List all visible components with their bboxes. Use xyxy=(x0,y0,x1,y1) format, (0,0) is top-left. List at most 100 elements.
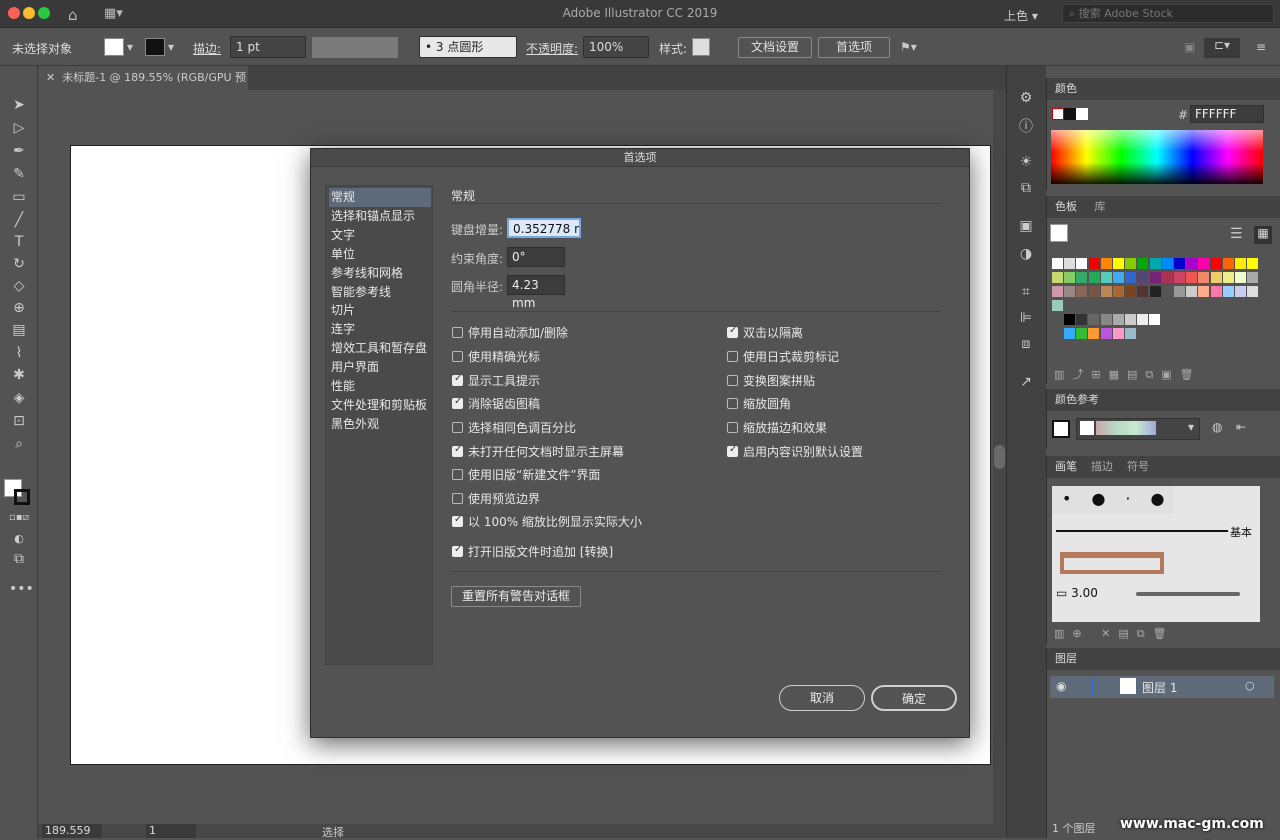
color-swatch[interactable] xyxy=(1198,286,1210,297)
stroke-label[interactable]: 描边: xyxy=(193,40,221,57)
chevron-down-icon[interactable]: ▾ xyxy=(1188,420,1194,434)
color-swatch[interactable] xyxy=(1064,272,1076,283)
gray-swatch[interactable] xyxy=(1088,314,1100,325)
artboard-tool-icon[interactable]: ⊡ xyxy=(9,412,29,430)
curvature-tool-icon[interactable]: ✎ xyxy=(9,165,29,183)
sidebar-item[interactable]: 黑色外观 xyxy=(329,415,431,434)
checkbox-label[interactable]: 缩放圆角 xyxy=(743,395,791,412)
color-swatch[interactable] xyxy=(1222,286,1234,297)
color-swatch[interactable] xyxy=(1174,258,1185,269)
group-swatch[interactable] xyxy=(1125,328,1136,339)
color-swatch[interactable] xyxy=(1149,258,1161,269)
color-swatch[interactable] xyxy=(1186,258,1198,269)
layer-name[interactable]: 图层 1 xyxy=(1142,679,1177,696)
swatch-fill-box[interactable] xyxy=(1050,224,1068,242)
sidebar-item[interactable]: 智能参考线 xyxy=(329,283,431,302)
color-swatch[interactable] xyxy=(1235,258,1246,269)
color-swatch[interactable] xyxy=(1222,258,1234,269)
group-swatch[interactable] xyxy=(1112,328,1124,339)
sidebar-item[interactable]: 切片 xyxy=(329,301,431,320)
none-swatch[interactable] xyxy=(1052,108,1064,120)
fill-dropdown-icon[interactable]: ▾ xyxy=(127,40,133,54)
reset-warnings-button[interactable]: 重置所有警告对话框 xyxy=(451,586,581,607)
base-color-swatch[interactable] xyxy=(1052,420,1070,438)
brushes-tab[interactable]: 画笔 xyxy=(1055,460,1077,473)
checkbox[interactable] xyxy=(727,325,738,338)
group-swatch[interactable] xyxy=(1088,328,1100,339)
checkbox-label[interactable]: 变换图案拼贴 xyxy=(743,372,815,389)
libraries-tab[interactable]: 库 xyxy=(1094,200,1105,213)
save-group-icon[interactable]: ⇤ xyxy=(1236,420,1246,434)
pattern-brush[interactable] xyxy=(1060,552,1164,574)
sidebar-item[interactable]: 参考线和网格 xyxy=(329,264,431,283)
color-swatch[interactable] xyxy=(1088,258,1100,269)
group-swatch[interactable] xyxy=(1076,328,1088,339)
gray-swatch[interactable] xyxy=(1100,314,1112,325)
color-swatch[interactable] xyxy=(1076,258,1088,269)
align-icon[interactable]: ⊏▾ xyxy=(1204,38,1240,58)
brush-dots[interactable]: •●·● xyxy=(1052,486,1174,514)
checkbox[interactable] xyxy=(727,422,738,433)
corner-radius-input[interactable]: 4.23 mm xyxy=(507,275,565,310)
checkbox-label[interactable]: 双击以隔离 xyxy=(743,324,803,341)
checkbox[interactable] xyxy=(727,351,738,362)
zoom-tool-icon[interactable]: ⌕ xyxy=(9,435,29,453)
color-swatch[interactable] xyxy=(1247,286,1259,297)
checkbox[interactable] xyxy=(452,351,463,362)
pathfinder-icon[interactable]: ⧈ xyxy=(1016,336,1036,354)
links-icon[interactable]: ↗ xyxy=(1016,374,1036,392)
visibility-eye-icon[interactable]: ◉ xyxy=(1056,679,1066,693)
checkbox-label[interactable]: 以 100% 缩放比例显示实际大小 xyxy=(468,513,642,530)
color-swatch[interactable] xyxy=(1064,258,1076,269)
stroke-color-box[interactable] xyxy=(14,489,30,505)
checkbox-label[interactable]: 选择相同色调百分比 xyxy=(468,419,576,436)
eyedropper-tool-icon[interactable]: ⌇ xyxy=(9,344,29,362)
gray-swatch[interactable] xyxy=(1064,314,1075,325)
graphic-style-swatch[interactable] xyxy=(692,38,710,56)
stroke-dropdown-icon[interactable]: ▾ xyxy=(168,40,174,54)
swatches-tab[interactable]: 色板 xyxy=(1055,200,1077,213)
gray-swatch[interactable] xyxy=(1112,314,1124,325)
sidebar-item[interactable]: 性能 xyxy=(329,377,431,396)
checkbox-label[interactable]: 使用精确光标 xyxy=(468,348,540,365)
properties-icon[interactable]: ⚙ xyxy=(1016,90,1036,108)
stock-search-input[interactable]: ⌕ 搜索 Adobe Stock xyxy=(1062,4,1274,23)
color-swatch[interactable] xyxy=(1137,258,1149,269)
white-swatch[interactable] xyxy=(1076,108,1088,120)
recolor-icon[interactable]: ⚑▾ xyxy=(900,40,917,54)
color-swatch[interactable] xyxy=(1247,272,1259,283)
checkbox-label[interactable]: 启用内容识别默认设置 xyxy=(743,443,863,460)
checkbox[interactable] xyxy=(727,398,738,409)
screen-mode-icon[interactable]: ⧉ xyxy=(9,550,29,568)
panel-menu-icon[interactable]: ≡ xyxy=(1256,40,1266,54)
constrain-angle-input[interactable]: 0° xyxy=(507,247,565,267)
checkbox[interactable] xyxy=(452,373,463,386)
checkbox[interactable] xyxy=(452,514,463,527)
color-swatch[interactable] xyxy=(1161,258,1173,269)
black-swatch[interactable] xyxy=(1064,108,1076,120)
color-swatch[interactable] xyxy=(1198,272,1210,283)
color-swatch[interactable] xyxy=(1125,286,1137,297)
rotate-tool-icon[interactable]: ↻ xyxy=(9,255,29,273)
appearance-icon[interactable]: ◑ xyxy=(1016,246,1036,264)
color-swatch[interactable] xyxy=(1210,258,1222,269)
color-swatch[interactable] xyxy=(1125,272,1137,283)
color-swatch[interactable] xyxy=(1174,286,1185,297)
color-swatch[interactable] xyxy=(1186,286,1198,297)
group-swatch[interactable] xyxy=(1100,328,1112,339)
color-swatch[interactable] xyxy=(1210,272,1222,283)
checkbox[interactable] xyxy=(452,396,463,409)
color-mode-icon[interactable]: ▫▪⧄ xyxy=(9,509,29,527)
checkbox[interactable] xyxy=(727,444,738,457)
checkbox[interactable] xyxy=(452,327,463,338)
layer-target-icon[interactable]: ○ xyxy=(1245,679,1255,692)
stroke-tab[interactable]: 描边 xyxy=(1091,460,1113,473)
workspace-switcher[interactable]: 上色 ▾ xyxy=(1004,7,1038,24)
color-swatch[interactable] xyxy=(1100,286,1112,297)
stroke-swatch[interactable] xyxy=(145,38,165,56)
gradient-tool-icon[interactable]: ▤ xyxy=(9,321,29,339)
swatch-grid[interactable] xyxy=(1052,258,1264,344)
color-swatch[interactable] xyxy=(1247,258,1259,269)
checkbox-label[interactable]: 显示工具提示 xyxy=(468,372,540,389)
opacity-input[interactable]: 100% xyxy=(583,36,649,58)
